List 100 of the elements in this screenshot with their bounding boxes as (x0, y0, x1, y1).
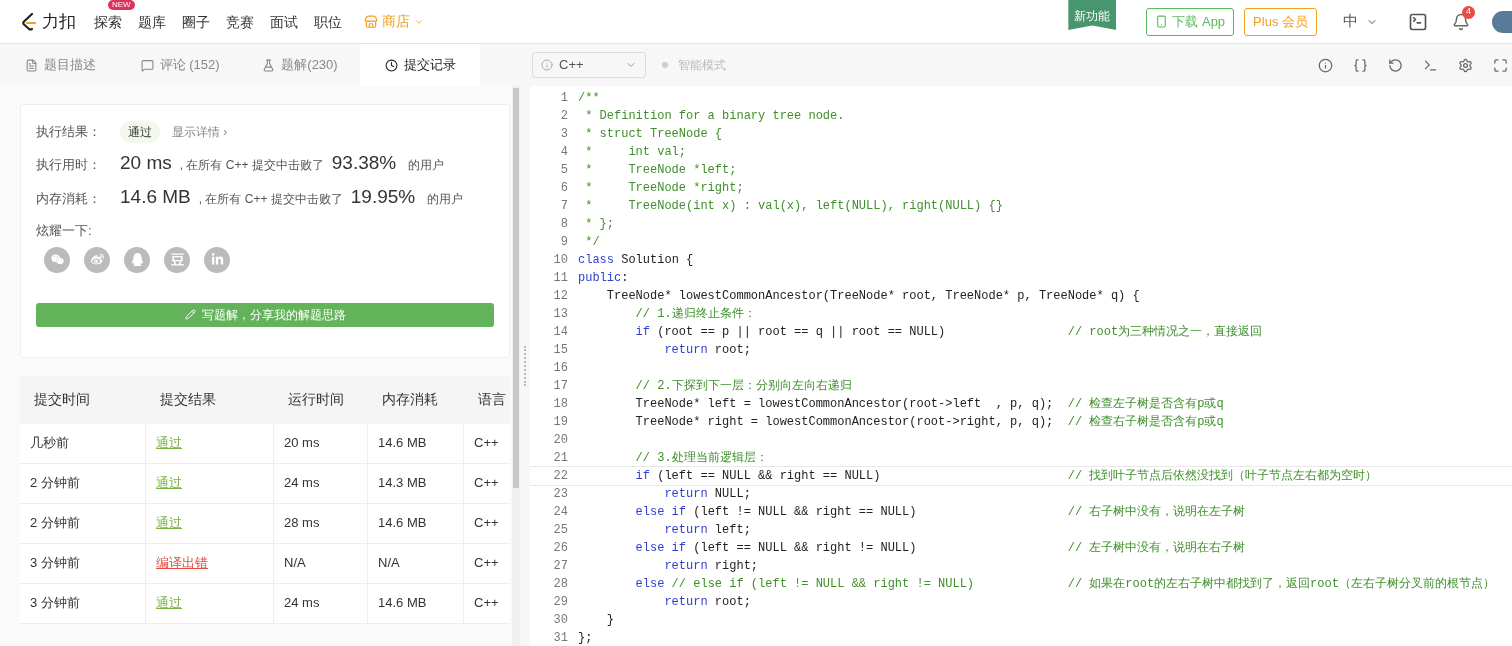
code-line: } (605, 612, 614, 629)
line-number: 18 (552, 396, 568, 413)
clock-icon (384, 58, 398, 72)
details-link[interactable]: 显示详情 › (172, 123, 228, 141)
nav-link[interactable]: 题库 (136, 13, 168, 30)
pencil-icon (184, 309, 196, 320)
code-line: return NULL; (663, 486, 751, 503)
avatar[interactable] (1492, 10, 1512, 33)
code-line: * TreeNode *right; (584, 180, 744, 197)
line-number: 3 (559, 126, 568, 143)
table-cell: N/A (274, 543, 368, 583)
line-number: 11 (552, 270, 568, 287)
bell-icon[interactable] (1452, 12, 1470, 31)
table-cell: 3 分钟前 (20, 543, 146, 583)
table-cell: 20 ms (274, 423, 368, 463)
fullscreen-icon[interactable] (1493, 57, 1508, 73)
splitter-handle[interactable] (524, 346, 526, 386)
line-number: 14 (552, 324, 568, 341)
nav-link[interactable]: 探索 (92, 13, 124, 30)
new-feature-ribbon[interactable]: 新功能 (1068, 0, 1117, 30)
code-line: * TreeNode *left; (584, 162, 737, 179)
panel-tab[interactable]: 评论 (152) (120, 44, 240, 86)
line-number: 15 (552, 342, 568, 359)
code-line: */ (584, 234, 600, 251)
table-cell-text: C++ (473, 474, 500, 493)
share-label: 炫耀一下: (36, 222, 92, 240)
line-number: 19 (552, 414, 568, 431)
code-line: }; (578, 630, 593, 646)
code-line: return left; (663, 522, 751, 539)
code-line: return right; (663, 558, 759, 575)
code-line: /** (578, 90, 600, 107)
console-icon[interactable] (1408, 11, 1428, 32)
logo-icon[interactable] (20, 11, 38, 32)
table-cell: 2 分钟前 (20, 463, 146, 503)
info-icon[interactable] (1318, 57, 1333, 73)
plus-member-button[interactable]: Plus 会员 (1244, 7, 1317, 36)
language-select[interactable]: C++ (532, 52, 646, 78)
column-header: 提交结果 (159, 390, 217, 409)
code-line: TreeNode* left = lowestCommonAncestor(root->left , p, q); // 检查左子树是否含有p或q (634, 396, 1224, 413)
panel-tab[interactable]: 题目描述 (0, 44, 120, 86)
write-solution-button[interactable]: 写题解，分享我的解题思路 (36, 302, 494, 327)
line-number: 30 (552, 612, 568, 629)
table-cell: 14.6 MB (368, 503, 464, 543)
line-number: 13 (552, 306, 568, 323)
metric-text: , 在所有 C++ 提交中击败了 (179, 157, 324, 174)
line-number: 28 (552, 576, 568, 593)
line-number: 9 (559, 234, 568, 251)
line-number: 2 (559, 108, 568, 125)
result-link[interactable]: 编译出错 (146, 543, 274, 583)
line-number: 10 (552, 252, 568, 269)
line-number: 29 (552, 594, 568, 611)
metric-label: 内存消耗： (36, 190, 102, 208)
nav-link[interactable]: 面试 (268, 13, 300, 30)
terminal-icon[interactable] (1423, 57, 1438, 73)
logo-text[interactable]: 力扣 (42, 8, 76, 35)
table-cell: 14.3 MB (368, 463, 464, 503)
code-line: TreeNode* lowestCommonAncestor(TreeNode* root, TreeNode* p, TreeNode* q) { (605, 288, 1140, 305)
braces-icon[interactable] (1353, 57, 1368, 73)
document-icon (24, 58, 38, 72)
nav-link[interactable]: 圈子 (180, 13, 212, 30)
table-cell: 2 分钟前 (20, 503, 146, 543)
panel-tab[interactable]: 提交记录 (360, 44, 480, 86)
result-link[interactable]: 通过 (146, 583, 274, 623)
result-link[interactable]: 通过 (146, 503, 274, 543)
code-line: TreeNode* right = lowestCommonAncestor(root->right, p, q); // 检查右子树是否含有p或q (634, 414, 1224, 431)
metric-percent: 93.38% (331, 151, 397, 175)
nav-link[interactable]: 竞赛 (224, 13, 256, 30)
metric-label: 执行结果： (36, 123, 102, 142)
table-cell: 14.6 MB (368, 423, 464, 463)
store-icon (364, 14, 378, 29)
metric-text: , 在所有 C++ 提交中击败了 (198, 191, 343, 208)
line-number: 31 (552, 630, 568, 646)
metric-percent: 19.95% (350, 185, 416, 209)
comment-icon (140, 58, 154, 72)
table-cell: 24 ms (274, 583, 368, 623)
line-number: 1 (559, 90, 568, 107)
nav-link[interactable]: 职位 (312, 13, 344, 30)
download-app-button[interactable]: 下载 App (1146, 7, 1235, 36)
column-header: 运行时间 (287, 390, 345, 409)
code-line: * struct TreeNode { (584, 126, 723, 143)
result-link[interactable]: 通过 (146, 463, 274, 503)
code-line: // 3.处理当前逻辑层： (634, 450, 768, 467)
result-link[interactable]: 通过 (146, 423, 274, 463)
language-switch[interactable]: 中 (1343, 10, 1378, 33)
scrollbar-thumb[interactable] (513, 88, 519, 488)
table-cell-text: C++ (473, 554, 500, 573)
code-line: return root; (663, 594, 751, 611)
info-icon (541, 59, 553, 71)
settings-icon[interactable] (1458, 57, 1473, 73)
reset-icon[interactable] (1388, 57, 1403, 73)
store-link[interactable]: 商店 (364, 11, 424, 32)
code-line: // 1.递归终止条件： (634, 306, 756, 323)
panel-tab[interactable]: 题解(230) (240, 44, 360, 86)
table-cell-text: C++ (473, 514, 500, 533)
code-line: else if (left != NULL && right == NULL) // 右子树中没有，说明在左子树 (634, 504, 1246, 521)
metric-label: 执行用时： (36, 156, 102, 174)
table-cell: 14.6 MB (368, 583, 464, 623)
metric-value: 14.6 MB (120, 185, 191, 209)
line-number: 17 (552, 378, 568, 395)
metric-suffix: 的用户 (427, 191, 464, 208)
